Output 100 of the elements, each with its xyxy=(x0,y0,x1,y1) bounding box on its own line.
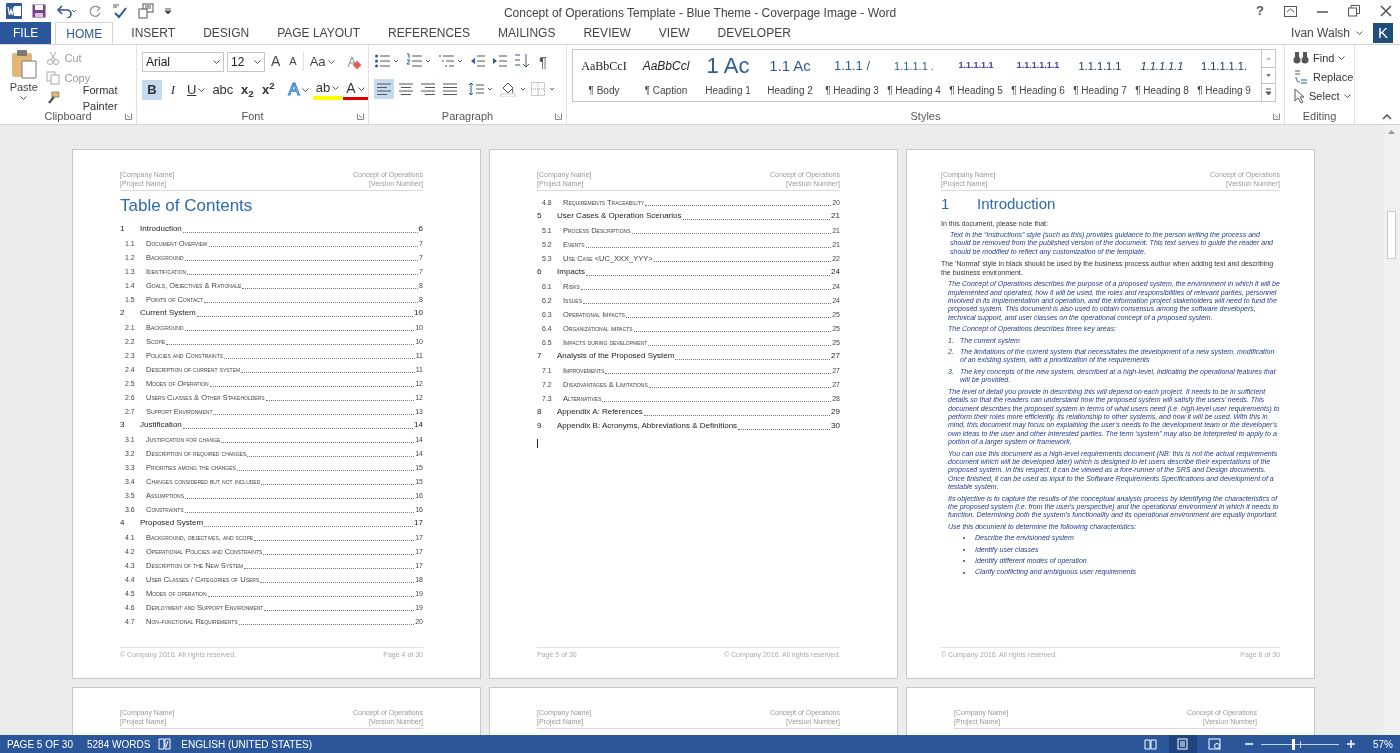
sort-icon[interactable] xyxy=(514,53,530,69)
multilevel-list-icon[interactable] xyxy=(438,53,464,69)
style-gallery-item[interactable]: 1 Ac Heading 1 xyxy=(697,50,759,101)
toc-entry[interactable]: 2 Current System 10 xyxy=(120,305,423,319)
caret-icon xyxy=(1356,31,1363,35)
font-color-button[interactable]: A xyxy=(343,80,368,100)
language-indicator[interactable]: ENGLISH (UNITED STATES) xyxy=(181,736,313,752)
group-label: Editing xyxy=(1302,108,1337,124)
toc-entry[interactable]: 5 User Cases & Operation Scenarios 21 xyxy=(537,208,840,222)
file-tab[interactable]: FILE xyxy=(0,22,52,44)
word-count[interactable]: 5284 WORDS xyxy=(86,736,151,752)
scrollbar-thumb[interactable] xyxy=(1387,211,1396,259)
caret-icon xyxy=(254,59,261,64)
highlight-button[interactable]: ab xyxy=(312,80,343,100)
ribbon-tab[interactable]: HOME xyxy=(55,22,114,44)
align-justify-icon xyxy=(442,81,458,97)
window-title: Concept of Operations Template - Blue Theme - Coverpage Image - Word xyxy=(502,5,898,22)
read-view-icon xyxy=(1144,738,1158,750)
heading-text: Introduction xyxy=(977,194,1056,214)
ribbon-tab[interactable]: REFERENCES xyxy=(378,22,481,44)
toc-entry[interactable]: 8 Appendix A: References 29 xyxy=(537,404,840,418)
toc-entry[interactable]: 3 Justification 14 xyxy=(120,417,423,431)
ribbon-tab[interactable]: VIEW xyxy=(648,22,700,44)
touch-mode-icon[interactable] xyxy=(138,3,154,19)
collapse-ribbon-icon[interactable] xyxy=(1382,114,1392,120)
user-name[interactable]: Ivan Walsh xyxy=(1291,24,1350,42)
select-button[interactable]: Select xyxy=(1293,87,1354,105)
zoom-slider[interactable] xyxy=(1261,738,1339,750)
scissors-icon xyxy=(46,51,61,65)
ribbon-tab[interactable]: DESIGN xyxy=(193,22,260,44)
style-gallery-item[interactable]: 1.1.1.1.1.1 ¶ Heading 6 xyxy=(1007,50,1069,101)
decrease-indent-icon[interactable] xyxy=(470,53,486,69)
dialog-launcher-icon[interactable] xyxy=(357,113,364,120)
numbering-icon[interactable] xyxy=(406,53,432,69)
style-gallery-item[interactable]: 1.1.1.1.1. ¶ Heading 9 xyxy=(1193,50,1255,101)
ribbon-tab[interactable]: DEVELOPER xyxy=(707,22,801,44)
toc-entry[interactable]: 1 Introduction 6 xyxy=(120,221,423,235)
line-spacing-icon[interactable] xyxy=(468,81,494,97)
replace-button[interactable]: Replace xyxy=(1293,68,1354,86)
paste-button[interactable]: Paste xyxy=(4,45,44,108)
dialog-launcher-icon[interactable] xyxy=(125,113,132,120)
save-icon[interactable] xyxy=(32,4,46,18)
toc-entry[interactable]: 6 Impacts 24 xyxy=(537,264,840,278)
subscript-button[interactable]: x$_{2}$ xyxy=(237,80,258,100)
find-button[interactable]: Find xyxy=(1293,49,1354,67)
proofing-book-icon[interactable] xyxy=(158,738,172,750)
customize-toolbar-icon[interactable] xyxy=(164,7,172,15)
style-gallery-item[interactable]: 1.1.1 / ¶ Heading 3 xyxy=(821,50,883,101)
font-size-field[interactable]: 12 xyxy=(227,51,265,72)
close-icon[interactable] xyxy=(1380,5,1392,17)
ribbon-tab[interactable]: INSERT xyxy=(121,22,186,44)
italic-button[interactable]: I xyxy=(163,80,183,100)
ribbon-display-icon[interactable] xyxy=(1284,5,1297,17)
vertical-scrollbar[interactable] xyxy=(1383,125,1400,735)
style-gallery-item[interactable]: 1.1.1.1.1 ¶ Heading 5 xyxy=(945,50,1007,101)
toc-entry[interactable]: 7 Analysis of the Proposed System 27 xyxy=(537,348,840,362)
style-gallery-item[interactable]: 1.1.1.1.1 ¶ Heading 8 xyxy=(1131,50,1193,101)
user-avatar[interactable]: K xyxy=(1373,23,1393,43)
strikethrough-button[interactable]: abc xyxy=(209,80,237,100)
increase-indent-icon[interactable] xyxy=(492,53,508,69)
align-left-icon xyxy=(376,81,392,97)
undo-icon[interactable] xyxy=(56,4,78,18)
zoom-out-icon[interactable] xyxy=(1245,740,1253,748)
style-gallery-item[interactable]: 1.1.1.1 . ¶ Heading 4 xyxy=(883,50,945,101)
align-left-button[interactable] xyxy=(374,79,394,99)
change-case-button[interactable]: Aa xyxy=(302,51,338,72)
ribbon-tab[interactable]: MAILINGS xyxy=(488,22,566,44)
word-logo-icon[interactable] xyxy=(6,3,22,19)
redo-icon[interactable] xyxy=(88,4,102,18)
dialog-launcher-icon[interactable] xyxy=(555,113,562,120)
restore-icon[interactable] xyxy=(1348,5,1360,17)
caret-icon xyxy=(301,88,309,92)
style-gallery-item[interactable]: AaBbCcI ¶ Body xyxy=(573,50,635,101)
show-formatting-marks-button[interactable]: ¶ xyxy=(536,51,551,71)
bold-button[interactable]: B xyxy=(142,80,162,100)
cursor-arrow-icon xyxy=(1293,88,1305,104)
dialog-launcher-icon[interactable] xyxy=(1273,113,1280,120)
shading-icon[interactable] xyxy=(500,81,528,97)
ribbon-tab[interactable]: REVIEW xyxy=(573,22,641,44)
scroll-down-icon[interactable] xyxy=(1262,67,1275,84)
help-button[interactable]: ? xyxy=(1256,1,1264,21)
superscript-button[interactable]: x$^{2}$ xyxy=(258,80,279,100)
grow-font-button[interactable]: A xyxy=(268,51,284,72)
toc-entry[interactable]: 4 Proposed System 17 xyxy=(120,515,423,529)
ribbon-tab[interactable]: PAGE LAYOUT xyxy=(267,22,371,44)
shrink-font-button[interactable]: A xyxy=(286,53,300,70)
zoom-level[interactable]: 57% xyxy=(1373,736,1393,752)
style-gallery-item[interactable]: 1.1.1.1.1 ¶ Heading 7 xyxy=(1069,50,1131,101)
underline-button[interactable]: U xyxy=(184,80,209,100)
caret-icon xyxy=(357,86,365,91)
page-count[interactable]: PAGE 5 OF 30 xyxy=(7,736,73,752)
bullets-icon[interactable] xyxy=(374,53,400,69)
print-view-button[interactable] xyxy=(1169,735,1197,753)
font-name-field[interactable]: Arial xyxy=(142,51,224,72)
zoom-in-icon[interactable] xyxy=(1347,740,1355,748)
spelling-check-icon[interactable] xyxy=(112,3,128,19)
style-gallery-item[interactable]: 1.1 Ac Heading 2 xyxy=(759,50,821,101)
zoom-slider-thumb[interactable] xyxy=(1292,738,1296,750)
toc-entry[interactable]: 9 Appendix B: Acronyms, Abbreviations & Definitions 30 xyxy=(537,418,840,432)
style-gallery-item[interactable]: AaBbCcl ¶ Caption xyxy=(635,50,697,101)
